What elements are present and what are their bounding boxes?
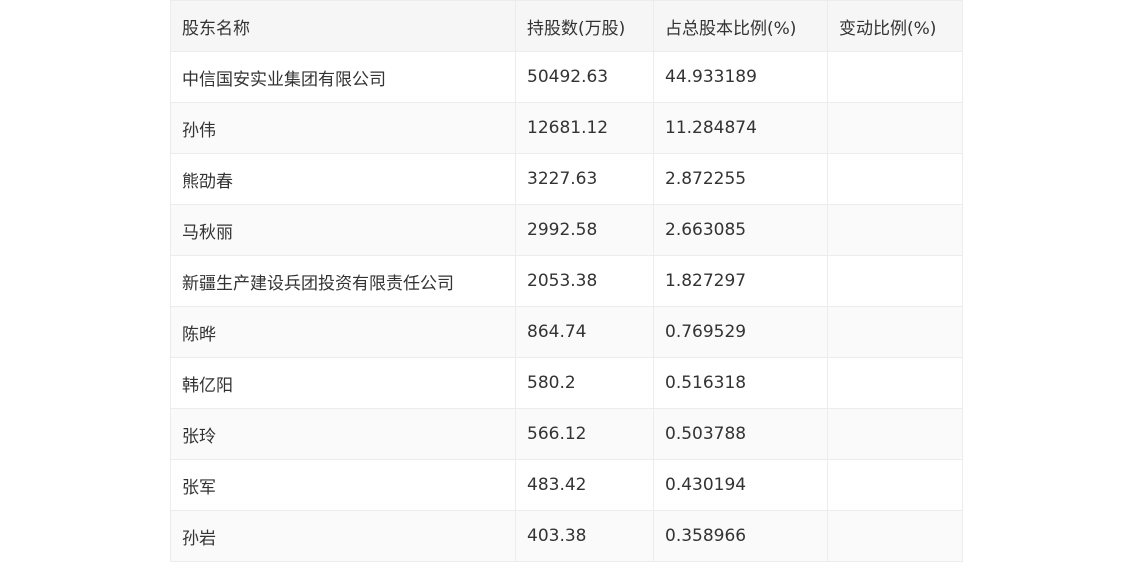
cell-shareholder-name: 中信国安实业集团有限公司 [170,51,516,103]
table-row: 孙伟 12681.12 11.284874 [170,102,963,154]
cell-shares: 12681.12 [515,102,654,154]
header-row: 股东名称 持股数(万股) 占总股本比例(%) 变动比例(%) [170,0,963,52]
header-share-ratio: 占总股本比例(%) [653,0,828,52]
shareholder-table: 股东名称 持股数(万股) 占总股本比例(%) 变动比例(%) 中信国安实业集团有… [170,0,963,562]
cell-change-ratio [827,459,963,511]
cell-shares: 483.42 [515,459,654,511]
table-body: 中信国安实业集团有限公司 50492.63 44.933189 孙伟 12681… [170,51,963,562]
cell-shares: 3227.63 [515,153,654,205]
shareholder-table-container: 股东名称 持股数(万股) 占总股本比例(%) 变动比例(%) 中信国安实业集团有… [170,0,963,562]
table-row: 韩亿阳 580.2 0.516318 [170,357,963,409]
cell-shareholder-name: 孙岩 [170,510,516,562]
cell-shares: 2992.58 [515,204,654,256]
cell-change-ratio [827,255,963,307]
cell-change-ratio [827,408,963,460]
cell-change-ratio [827,510,963,562]
cell-change-ratio [827,102,963,154]
cell-share-ratio: 0.516318 [653,357,828,409]
cell-shareholder-name: 韩亿阳 [170,357,516,409]
cell-shareholder-name: 张玲 [170,408,516,460]
cell-share-ratio: 1.827297 [653,255,828,307]
table-row: 熊劭春 3227.63 2.872255 [170,153,963,205]
header-shareholder-name: 股东名称 [170,0,516,52]
cell-share-ratio: 44.933189 [653,51,828,103]
cell-change-ratio [827,306,963,358]
cell-shareholder-name: 陈晔 [170,306,516,358]
cell-shares: 50492.63 [515,51,654,103]
table-row: 陈晔 864.74 0.769529 [170,306,963,358]
cell-change-ratio [827,153,963,205]
cell-share-ratio: 0.358966 [653,510,828,562]
cell-change-ratio [827,204,963,256]
cell-shareholder-name: 孙伟 [170,102,516,154]
table-row: 新疆生产建设兵团投资有限责任公司 2053.38 1.827297 [170,255,963,307]
cell-share-ratio: 0.503788 [653,408,828,460]
cell-shares: 2053.38 [515,255,654,307]
cell-change-ratio [827,51,963,103]
cell-shares: 580.2 [515,357,654,409]
cell-change-ratio [827,357,963,409]
header-shares: 持股数(万股) [515,0,654,52]
cell-shares: 566.12 [515,408,654,460]
table-row: 张玲 566.12 0.503788 [170,408,963,460]
table-row: 中信国安实业集团有限公司 50492.63 44.933189 [170,51,963,103]
cell-share-ratio: 2.663085 [653,204,828,256]
table-header: 股东名称 持股数(万股) 占总股本比例(%) 变动比例(%) [170,0,963,52]
cell-shareholder-name: 新疆生产建设兵团投资有限责任公司 [170,255,516,307]
cell-share-ratio: 0.769529 [653,306,828,358]
table-row: 马秋丽 2992.58 2.663085 [170,204,963,256]
cell-share-ratio: 11.284874 [653,102,828,154]
cell-shares: 864.74 [515,306,654,358]
cell-shares: 403.38 [515,510,654,562]
cell-shareholder-name: 熊劭春 [170,153,516,205]
table-row: 孙岩 403.38 0.358966 [170,510,963,562]
table-row: 张军 483.42 0.430194 [170,459,963,511]
cell-share-ratio: 0.430194 [653,459,828,511]
cell-share-ratio: 2.872255 [653,153,828,205]
cell-shareholder-name: 马秋丽 [170,204,516,256]
cell-shareholder-name: 张军 [170,459,516,511]
header-change-ratio: 变动比例(%) [827,0,963,52]
